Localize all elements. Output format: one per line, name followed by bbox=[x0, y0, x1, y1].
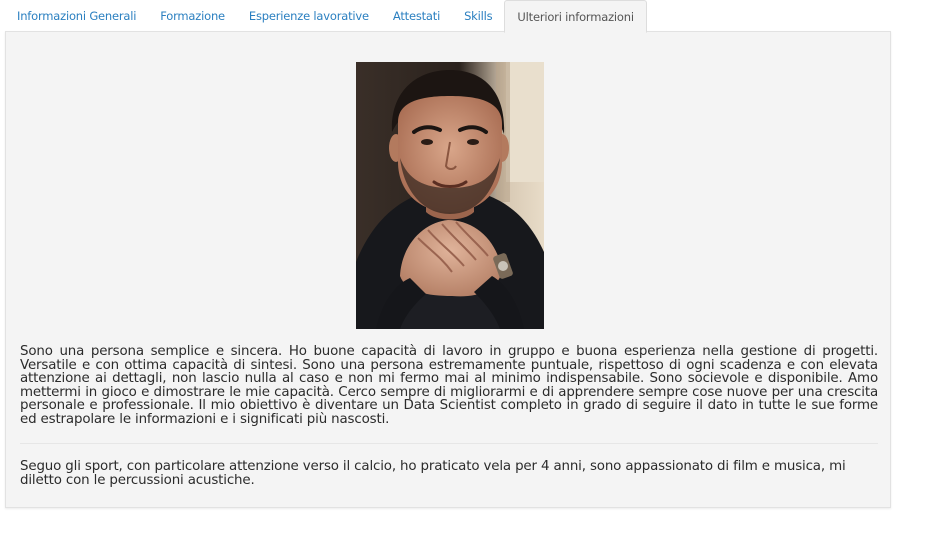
tab-panel-ulteriori-informazioni: Sono una persona semplice e sincera. Ho … bbox=[5, 31, 891, 508]
tab-ulteriori-informazioni[interactable]: Ulteriori informazioni bbox=[504, 0, 647, 33]
tab-skills[interactable]: Skills bbox=[452, 0, 504, 31]
tab-attestati[interactable]: Attestati bbox=[381, 0, 452, 31]
about-paragraph: Sono una persona semplice e sincera. Ho … bbox=[20, 344, 878, 427]
tab-formazione[interactable]: Formazione bbox=[148, 0, 237, 31]
interests-paragraph: Seguo gli sport, con particolare attenzi… bbox=[20, 459, 846, 488]
tab-informazioni-generali[interactable]: Informazioni Generali bbox=[5, 0, 148, 31]
tab-bar: Informazioni Generali Formazione Esperie… bbox=[5, 0, 893, 33]
profile-photo bbox=[356, 62, 544, 329]
section-divider bbox=[20, 443, 878, 444]
tab-esperienze-lavorative[interactable]: Esperienze lavorative bbox=[237, 0, 381, 31]
